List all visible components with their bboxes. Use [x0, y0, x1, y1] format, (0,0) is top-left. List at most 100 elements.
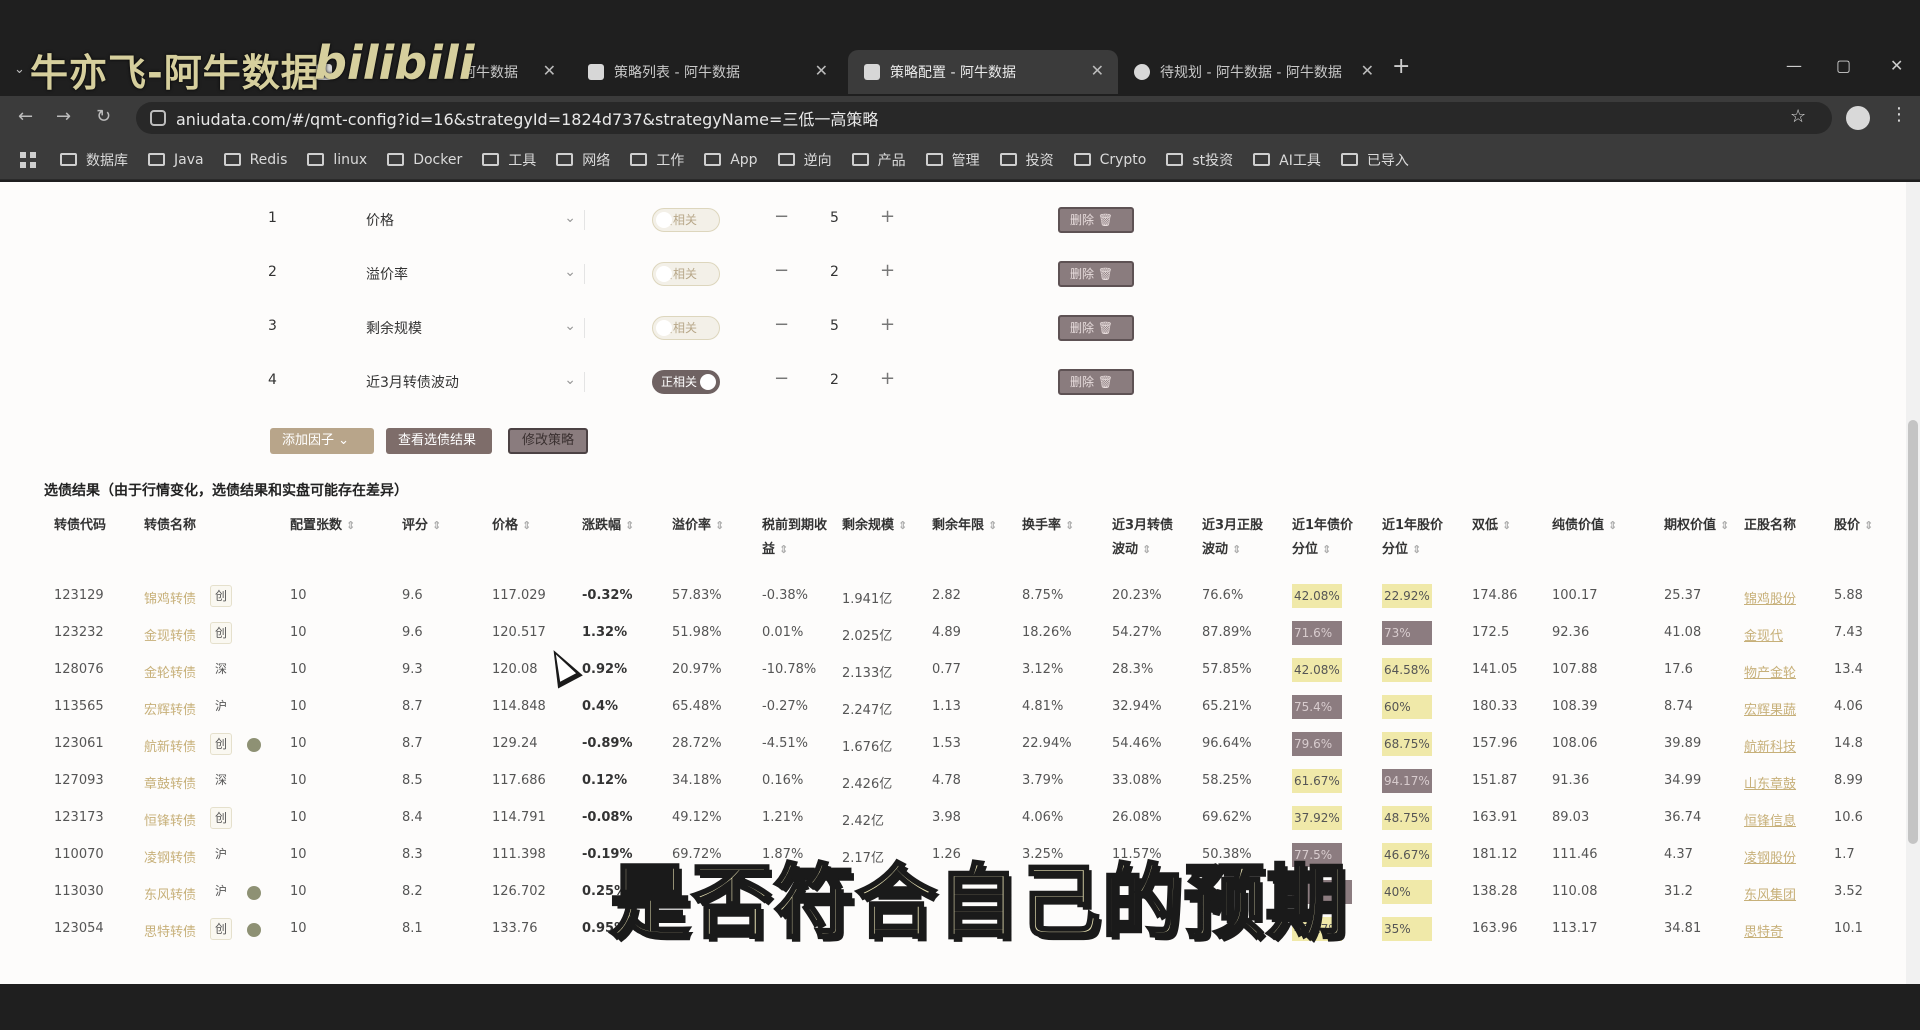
bond-name-link[interactable]: 章鼓转债: [144, 773, 196, 792]
stock-name-link[interactable]: 宏辉果蔬: [1744, 699, 1796, 718]
stock-name-link[interactable]: 航新科技: [1744, 736, 1796, 755]
table-row[interactable]: 123173 恒锋转债创 10 8.4 114.791 -0.08% 49.12% 1.21%…: [0, 804, 1900, 834]
page-scrollbar[interactable]: [1906, 182, 1920, 984]
bookmark-folder[interactable]: Crypto: [1073, 152, 1146, 168]
column-header[interactable]: 税前到期收益 ⇕: [762, 514, 834, 562]
edit-strategy-button[interactable]: 修改策略: [508, 428, 588, 454]
bond-name-link[interactable]: 航新转债: [144, 736, 196, 755]
bookmark-folder[interactable]: 管理: [925, 150, 980, 170]
table-row[interactable]: 127093 章鼓转债 深 10 8.5 117.686 0.12% 34.18% 0.16% 2…: [0, 767, 1900, 797]
bond-name-link[interactable]: 恒锋转债: [144, 810, 196, 829]
column-header[interactable]: 近1年债价分位 ⇕: [1292, 514, 1364, 562]
column-header[interactable]: 纯债价值 ⇕: [1552, 514, 1642, 538]
column-header[interactable]: 溢价率 ⇕: [672, 514, 752, 538]
sort-icon[interactable]: ⇕: [1502, 519, 1511, 532]
column-header[interactable]: 近1年股价分位 ⇕: [1382, 514, 1454, 562]
increment-button[interactable]: +: [880, 260, 895, 281]
stock-name-link[interactable]: 山东章鼓: [1744, 773, 1796, 792]
bookmark-folder[interactable]: 已导入: [1340, 150, 1409, 170]
factor-select[interactable]: 近3月转债波动 ⌄: [366, 372, 576, 392]
bookmark-folder[interactable]: Redis: [223, 152, 287, 168]
bond-name-link[interactable]: 宏辉转债: [144, 699, 196, 718]
sort-icon[interactable]: ⇕: [1232, 543, 1241, 556]
back-arrow-icon[interactable]: ←: [18, 106, 33, 127]
bookmark-folder[interactable]: AI工具: [1253, 150, 1321, 170]
delete-factor-button[interactable]: 删除 🗑: [1058, 315, 1134, 341]
increment-button[interactable]: +: [880, 368, 895, 389]
table-row[interactable]: 128076 金轮转债 深 10 9.3 120.08 0.92% 20.97% -10.78%…: [0, 656, 1900, 686]
bond-name-link[interactable]: 思特转债: [144, 921, 196, 940]
address-bar[interactable]: aniudata.com/#/qmt-config?id=16&strategy…: [136, 102, 1832, 134]
stock-name-link[interactable]: 东风集团: [1744, 884, 1796, 903]
column-header[interactable]: 配置张数 ⇕: [290, 514, 390, 538]
bookmark-folder[interactable]: 逆向: [777, 150, 832, 170]
correlation-toggle[interactable]: 负相关: [652, 208, 720, 232]
sort-icon[interactable]: ⇕: [1065, 519, 1074, 532]
bond-name-link[interactable]: 东风转债: [144, 884, 196, 903]
profile-avatar[interactable]: [1846, 106, 1870, 130]
sort-icon[interactable]: ⇕: [898, 519, 907, 532]
column-header[interactable]: 剩余规模 ⇕: [842, 514, 932, 538]
sort-icon[interactable]: ⇕: [1720, 519, 1729, 532]
stock-name-link[interactable]: 恒锋信息: [1744, 810, 1796, 829]
column-header[interactable]: 换手率 ⇕: [1022, 514, 1102, 538]
sort-icon[interactable]: ⇕: [346, 519, 355, 532]
stock-name-link[interactable]: 物产金轮: [1744, 662, 1796, 681]
bond-name-link[interactable]: 凌钢转债: [144, 847, 196, 866]
forward-arrow-icon[interactable]: →: [56, 106, 71, 127]
bookmark-folder[interactable]: 工具: [482, 150, 536, 170]
close-tab-icon[interactable]: ✕: [1091, 61, 1104, 80]
weight-value[interactable]: 5: [830, 210, 839, 226]
close-window-button[interactable]: ✕: [1890, 56, 1903, 75]
sort-icon[interactable]: ⇕: [715, 519, 724, 532]
weight-value[interactable]: 2: [830, 264, 839, 280]
apps-grid-icon[interactable]: [20, 151, 36, 168]
factor-select[interactable]: 价格 ⌄: [366, 210, 576, 230]
reload-icon[interactable]: ↻: [96, 106, 111, 127]
sort-icon[interactable]: ⇕: [522, 519, 531, 532]
factor-select[interactable]: 剩余规模 ⌄: [366, 318, 576, 338]
bookmark-folder[interactable]: 产品: [851, 150, 906, 170]
site-info-icon[interactable]: [150, 110, 166, 126]
delete-factor-button[interactable]: 删除 🗑: [1058, 207, 1134, 233]
increment-button[interactable]: +: [880, 206, 895, 227]
sort-icon[interactable]: ⇕: [1142, 543, 1151, 556]
bond-name-link[interactable]: 金现转债: [144, 625, 196, 644]
weight-value[interactable]: 2: [830, 372, 839, 388]
tab-strategy-config[interactable]: 策略配置 - 阿牛数据 ✕: [848, 50, 1118, 94]
sort-icon[interactable]: ⇕: [988, 519, 997, 532]
scrollbar-thumb[interactable]: [1908, 420, 1918, 844]
sort-icon[interactable]: ⇕: [1608, 519, 1617, 532]
table-row[interactable]: 113565 宏辉转债 沪 10 8.7 114.848 0.4% 65.48% -0.27% 2…: [0, 693, 1900, 723]
decrement-button[interactable]: −: [774, 260, 789, 281]
stock-name-link[interactable]: 凌钢股份: [1744, 847, 1796, 866]
sort-icon[interactable]: ⇕: [625, 519, 634, 532]
bookmark-folder[interactable]: 数据库: [60, 150, 128, 170]
sort-icon[interactable]: ⇕: [1322, 543, 1331, 556]
stock-name-link[interactable]: 金现代: [1744, 625, 1783, 644]
table-row[interactable]: 123232 金现转债创 10 9.6 120.517 1.32% 51.98% 0.01% 2…: [0, 619, 1900, 649]
column-header[interactable]: 股价 ⇕: [1834, 514, 1894, 538]
new-tab-button[interactable]: +: [1392, 54, 1410, 79]
menu-dots-icon[interactable]: ⋮: [1890, 104, 1908, 125]
sort-icon[interactable]: ⇕: [1864, 519, 1873, 532]
bookmark-folder[interactable]: 工作: [630, 150, 684, 170]
stock-name-link[interactable]: 锦鸡股份: [1744, 588, 1796, 607]
column-header[interactable]: 双低 ⇕: [1472, 514, 1542, 538]
bond-name-link[interactable]: 金轮转债: [144, 662, 196, 681]
bookmark-folder[interactable]: st投资: [1166, 150, 1233, 170]
tab-search-icon[interactable]: ⌄: [0, 50, 25, 94]
minimize-button[interactable]: —: [1786, 56, 1802, 75]
stock-name-link[interactable]: 思特奇: [1744, 921, 1783, 940]
factor-select[interactable]: 溢价率 ⌄: [366, 264, 576, 284]
column-header[interactable]: 近3月转债波动 ⇕: [1112, 514, 1184, 562]
tab-todo[interactable]: 待规划 - 阿牛数据 - 阿牛数据 ✕: [1118, 50, 1388, 94]
decrement-button[interactable]: −: [774, 368, 789, 389]
maximize-button[interactable]: ▢: [1836, 56, 1851, 75]
sort-icon[interactable]: ⇕: [1412, 543, 1421, 556]
decrement-button[interactable]: −: [774, 206, 789, 227]
view-result-button[interactable]: 查看选债结果: [386, 428, 492, 454]
delete-factor-button[interactable]: 删除 🗑: [1058, 369, 1134, 395]
sort-icon[interactable]: ⇕: [432, 519, 441, 532]
decrement-button[interactable]: −: [774, 314, 789, 335]
